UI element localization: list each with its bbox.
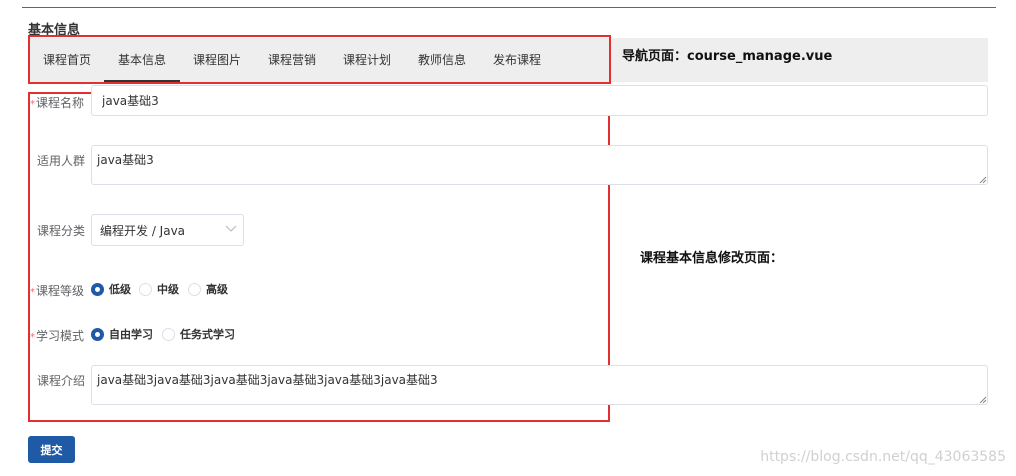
resize-grip-icon[interactable] [979, 176, 987, 184]
grade-radio-high[interactable]: 高级 [188, 281, 228, 297]
course-name-input[interactable] [91, 85, 988, 116]
audience-textarea[interactable]: java基础3 [91, 145, 988, 185]
submit-button[interactable]: 提交 [28, 436, 75, 463]
required-mark: * [30, 332, 35, 343]
nav-annotation-note: 导航页面：course_manage.vue [622, 49, 833, 64]
required-mark: * [30, 287, 35, 298]
radio-checked-icon [91, 327, 104, 341]
category-label: 课程分类 [37, 224, 86, 238]
nav-annotation-box [28, 35, 611, 84]
description-textarea[interactable]: java基础3java基础3java基础3java基础3java基础3java基… [91, 365, 988, 405]
study-mode-radio-task[interactable]: 任务式学习 [162, 326, 235, 342]
category-select-value: 编程开发 / Java [100, 224, 186, 238]
grade-radio-mid[interactable]: 中级 [139, 281, 179, 297]
study-mode-radio-free[interactable]: 自由学习 [91, 326, 153, 342]
radio-unchecked-icon [162, 327, 175, 341]
grade-label: *课程等级 [30, 284, 85, 298]
chevron-down-icon [225, 225, 237, 232]
course-name-label: *课程名称 [30, 96, 85, 110]
watermark: https://blog.csdn.net/qq_43063585 [760, 449, 1006, 465]
study-mode-label: *学习模式 [30, 329, 85, 343]
radio-checked-icon [91, 282, 104, 296]
audience-label: 适用人群 [37, 154, 86, 168]
resize-grip-icon[interactable] [979, 396, 987, 404]
required-mark: * [30, 99, 35, 110]
form-annotation-note: 课程基本信息修改页面： [640, 251, 784, 266]
description-label: 课程介绍 [37, 374, 86, 388]
radio-unchecked-icon [139, 282, 152, 296]
top-divider [22, 7, 996, 8]
category-select[interactable]: 编程开发 / Java [91, 214, 244, 246]
radio-unchecked-icon [188, 282, 201, 296]
grade-radio-low[interactable]: 低级 [91, 281, 131, 297]
